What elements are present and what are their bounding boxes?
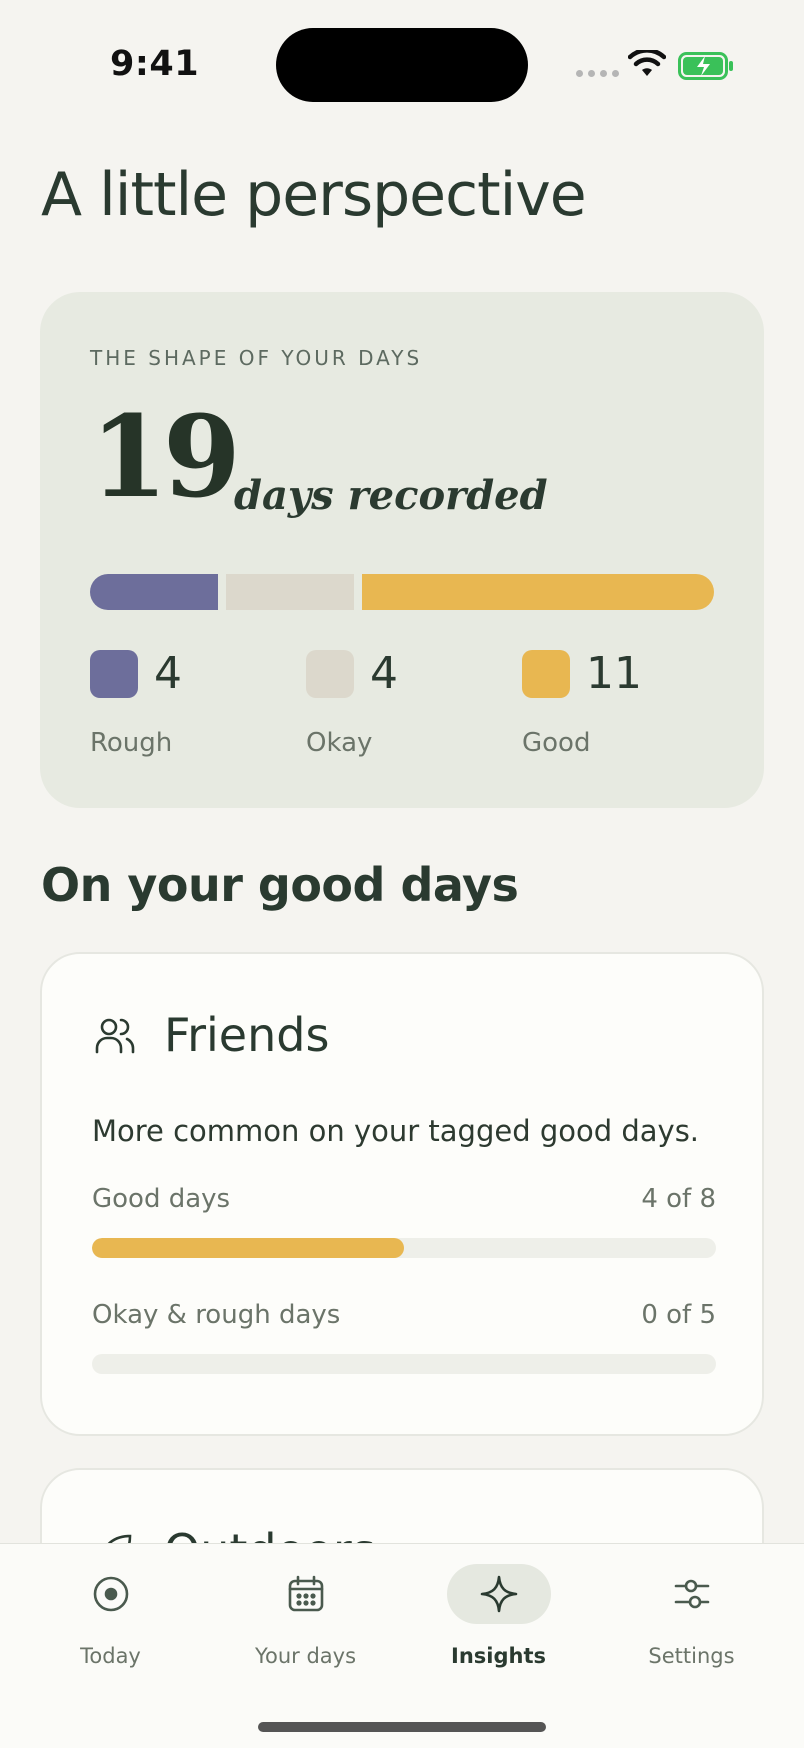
- home-indicator: [258, 1722, 546, 1732]
- shape-card-eyebrow: THE SHAPE OF YOUR DAYS: [90, 346, 423, 370]
- legend-label-rough: Rough: [90, 728, 173, 758]
- legend-swatch-rough: [90, 650, 138, 698]
- tab-today[interactable]: Today: [10, 1544, 211, 1694]
- metric-label: Okay & rough days: [92, 1300, 341, 1330]
- mood-distribution-bar: [90, 574, 714, 610]
- metric-okay-rough-days: Okay & rough days 0 of 5: [92, 1300, 716, 1380]
- record-icon: [93, 1576, 128, 1612]
- wifi-icon: [628, 50, 666, 76]
- legend-value-good: 11: [586, 648, 642, 699]
- legend-label-good: Good: [522, 728, 591, 758]
- distribution-segment-okay: [226, 574, 354, 610]
- status-time: 9:41: [110, 44, 200, 84]
- metric-good-days: Good days 4 of 8: [92, 1184, 716, 1264]
- legend-value-okay: 4: [370, 648, 398, 699]
- tab-label: Today: [80, 1644, 141, 1668]
- tab-insights[interactable]: Insights: [398, 1544, 599, 1694]
- metric-value: 4 of 8: [641, 1184, 716, 1214]
- tab-bar: Today Your days Insights Settings: [0, 1543, 804, 1748]
- sparkle-icon: [480, 1575, 517, 1613]
- tab-label: Settings: [648, 1644, 735, 1668]
- legend-rough: 4 Rough: [90, 648, 290, 760]
- insight-card-title: Friends: [164, 1008, 330, 1062]
- sliders-icon: [674, 1579, 709, 1609]
- distribution-segment-good: [362, 574, 714, 610]
- cellular-signal-icon: [576, 70, 619, 77]
- metric-progress-track: [92, 1238, 716, 1258]
- battery-charging-icon: [678, 52, 733, 80]
- dynamic-island: [276, 28, 528, 102]
- days-recorded-count: 19: [90, 392, 241, 523]
- mood-legend: 4 Rough 4 Okay 11 Good: [90, 648, 714, 760]
- tab-your-days[interactable]: Your days: [205, 1544, 406, 1694]
- legend-label-okay: Okay: [306, 728, 373, 758]
- status-bar: 9:41: [0, 0, 804, 130]
- shape-of-days-card: THE SHAPE OF YOUR DAYS 19 days recorded …: [40, 292, 764, 808]
- insight-card-friends[interactable]: Friends More common on your tagged good …: [40, 952, 764, 1436]
- metric-progress-track: [92, 1354, 716, 1374]
- distribution-segment-rough: [90, 574, 218, 610]
- legend-okay: 4 Okay: [306, 648, 506, 760]
- legend-swatch-good: [522, 650, 570, 698]
- legend-value-rough: 4: [154, 648, 182, 699]
- legend-good: 11 Good: [522, 648, 722, 760]
- legend-swatch-okay: [306, 650, 354, 698]
- metric-progress-fill: [92, 1238, 404, 1258]
- tab-settings[interactable]: Settings: [591, 1544, 792, 1694]
- tab-label: Insights: [451, 1644, 546, 1668]
- metric-value: 0 of 5: [641, 1300, 716, 1330]
- calendar-icon: [288, 1575, 323, 1612]
- metric-label: Good days: [92, 1184, 231, 1214]
- friends-icon: [95, 1018, 135, 1054]
- page-title: A little perspective: [41, 160, 587, 230]
- tab-label: Your days: [254, 1644, 357, 1668]
- insight-card-description: More common on your tagged good days.: [92, 1114, 700, 1148]
- days-recorded-label: days recorded: [234, 472, 548, 519]
- good-days-section-title: On your good days: [41, 858, 519, 912]
